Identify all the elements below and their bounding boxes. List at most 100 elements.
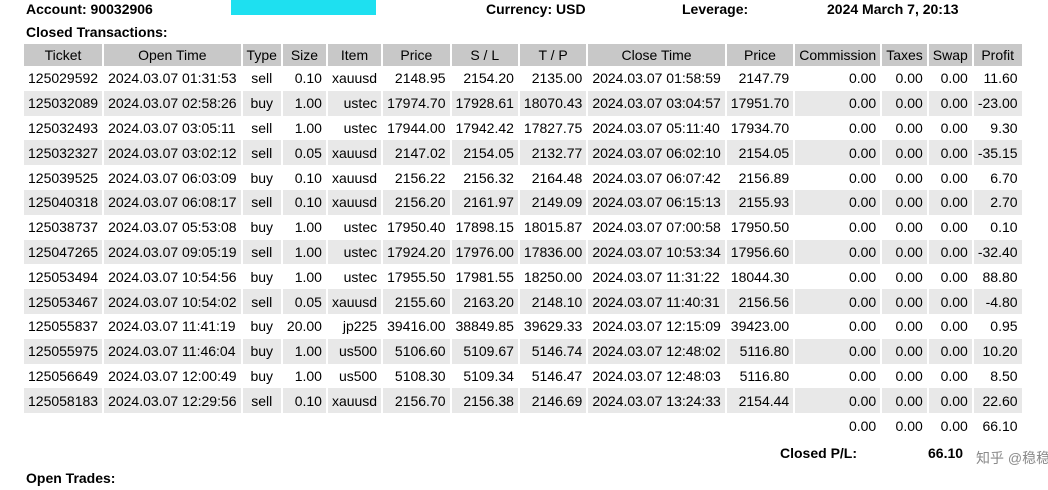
table-cell: 125038737 xyxy=(28,219,99,236)
table-cell: 17898.15 xyxy=(455,219,514,236)
table-cell: 2154.20 xyxy=(463,70,514,87)
total-commission: 0.00 xyxy=(795,413,881,438)
table-cell: ustec xyxy=(343,119,378,136)
table-cell: 2024.03.07 01:31:53 xyxy=(108,70,237,87)
table-cell: 2024.03.07 12:15:09 xyxy=(592,318,721,335)
table-cell: 5108.30 xyxy=(394,367,446,384)
table-cell: 1.00 xyxy=(294,119,322,136)
table-cell: 2024.03.07 02:58:26 xyxy=(104,90,241,116)
table-cell: 2135.00 xyxy=(531,70,583,87)
table-cell: 0.05 xyxy=(282,289,326,314)
table-cell: 0.00 xyxy=(940,219,968,236)
table-cell: 0.95 xyxy=(990,318,1018,335)
table-cell: 1.00 xyxy=(282,239,326,265)
table-cell: 5109.67 xyxy=(451,338,518,364)
table-cell: 0.00 xyxy=(882,338,927,364)
table-cell: buy xyxy=(250,268,274,285)
table-cell: sell xyxy=(242,239,281,265)
table-cell: 6.70 xyxy=(990,169,1018,186)
table-cell: 125055975 xyxy=(24,338,103,364)
table-cell: 2024.03.07 10:54:02 xyxy=(104,289,241,314)
column-header: Profit xyxy=(973,44,1022,66)
table-cell: 125055837 xyxy=(28,318,99,335)
table-cell: 0.00 xyxy=(895,318,923,335)
table-cell: 0.00 xyxy=(882,140,927,166)
table-cell: 125056649 xyxy=(28,367,99,384)
table-cell: 17827.75 xyxy=(523,119,583,136)
table-cell: 1.00 xyxy=(294,219,322,236)
table-cell: 18250.00 xyxy=(523,268,583,285)
table-cell: 2164.48 xyxy=(531,169,583,186)
table-cell: 17944.00 xyxy=(387,119,446,136)
table-cell: 1.00 xyxy=(282,338,326,364)
table-cell: 5146.74 xyxy=(519,338,587,364)
table-cell: -32.40 xyxy=(973,239,1022,265)
table-cell: 2024.03.07 03:04:57 xyxy=(588,90,725,116)
table-cell: 2024.03.07 11:31:22 xyxy=(592,268,720,285)
table-cell: 2148.10 xyxy=(519,289,587,314)
table-cell: 17955.50 xyxy=(387,268,446,285)
table-row: 125039525 2024.03.07 06:03:09 buy 0.10 xauus… xyxy=(24,165,1022,190)
table-cell: 0.00 xyxy=(940,70,968,87)
table-cell: 17942.42 xyxy=(455,119,514,136)
table-row: 125053467 2024.03.07 10:54:02 sell 0.05 xauu… xyxy=(24,289,1022,314)
table-cell: 2149.09 xyxy=(519,189,587,215)
table-cell: 0.00 xyxy=(795,189,881,215)
table-cell: xauusd xyxy=(327,388,382,414)
table-cell: 1.00 xyxy=(294,268,322,285)
open-trades-title: Open Trades: xyxy=(26,470,116,486)
table-cell: 0.00 xyxy=(882,189,927,215)
table-cell: -23.00 xyxy=(973,90,1022,116)
table-cell: 0.00 xyxy=(848,268,877,285)
total-profit: 66.10 xyxy=(973,413,1022,438)
closed-pl-label: Closed P/L: xyxy=(780,445,858,461)
table-cell: 0.00 xyxy=(928,189,972,215)
table-cell: 125029592 xyxy=(28,70,99,87)
table-cell: 2147.79 xyxy=(738,70,790,87)
table-cell: 0.00 xyxy=(940,318,968,335)
closed-pl-value: 66.10 xyxy=(928,445,964,461)
table-cell: 5146.47 xyxy=(531,367,583,384)
leverage-label: Leverage: xyxy=(682,1,749,17)
table-cell: 2024.03.07 05:53:08 xyxy=(108,219,237,236)
table-cell: 20.00 xyxy=(286,318,322,335)
table-cell: 125053494 xyxy=(28,268,99,285)
table-cell: 2024.03.07 12:48:03 xyxy=(592,367,721,384)
table-cell: 0.00 xyxy=(895,70,923,87)
table-cell: 0.05 xyxy=(282,140,326,166)
table-cell: us500 xyxy=(338,367,378,384)
table-cell: 2024.03.07 10:54:56 xyxy=(108,268,237,285)
table-cell: 17924.20 xyxy=(383,239,450,265)
table-cell: 0.00 xyxy=(848,367,877,384)
table-cell: 0.00 xyxy=(795,388,881,414)
table-cell: 0.00 xyxy=(928,140,972,166)
table-cell: 2024.03.07 12:00:49 xyxy=(108,367,237,384)
table-cell: 125058183 xyxy=(24,388,103,414)
table-cell: 5116.80 xyxy=(739,367,790,384)
table-cell: 9.30 xyxy=(990,119,1018,136)
table-cell: 1.00 xyxy=(282,90,326,116)
table-cell: 0.10 xyxy=(282,388,326,414)
table-cell: 0.00 xyxy=(940,119,968,136)
table-cell: jp225 xyxy=(342,318,378,335)
table-cell: 39416.00 xyxy=(387,318,446,335)
table-cell: buy xyxy=(250,318,274,335)
table-cell: buy xyxy=(250,169,274,186)
table-cell: 2.70 xyxy=(973,189,1022,215)
column-header: Ticket xyxy=(24,44,103,66)
table-cell: 0.00 xyxy=(795,338,881,364)
table-cell: xauusd xyxy=(327,189,382,215)
table-cell: 2024.03.07 06:15:13 xyxy=(588,189,725,215)
table-cell: 1.00 xyxy=(294,367,322,384)
table-cell: 0.00 xyxy=(848,318,877,335)
table-cell: 0.10 xyxy=(282,189,326,215)
table-cell: 2024.03.07 10:53:34 xyxy=(588,239,725,265)
table-cell: 2155.60 xyxy=(383,289,450,314)
table-cell: 0.00 xyxy=(940,169,968,186)
table-cell: buy xyxy=(250,367,274,384)
table-cell: 2024.03.07 03:05:11 xyxy=(108,119,236,136)
report-datetime: 2024 March 7, 20:13 xyxy=(827,1,959,17)
table-cell: buy xyxy=(242,338,281,364)
table-cell: 2132.77 xyxy=(519,140,587,166)
table-cell: 17974.70 xyxy=(383,90,450,116)
